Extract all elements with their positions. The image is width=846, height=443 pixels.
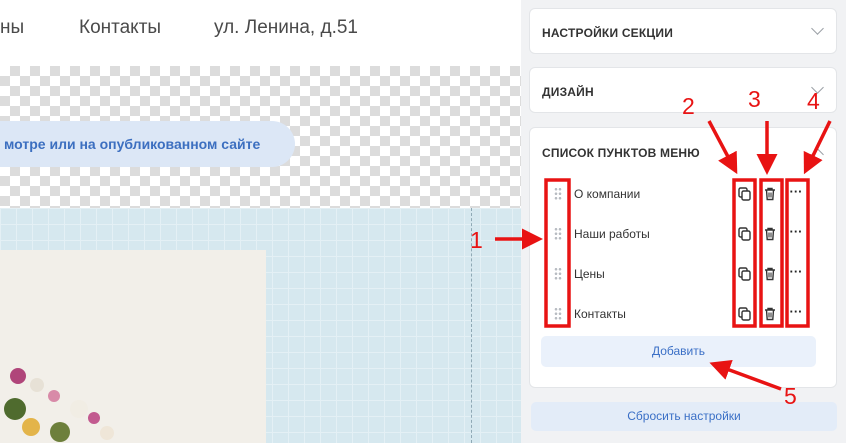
section-settings-panel[interactable]: НАСТРОЙКИ СЕКЦИИ — [529, 8, 837, 54]
trash-icon[interactable] — [760, 224, 780, 244]
duplicate-icon[interactable] — [734, 304, 754, 324]
flowers-photo[interactable] — [0, 250, 266, 443]
design-title: ДИЗАЙН — [542, 85, 594, 99]
menu-item-label[interactable]: О компании — [574, 187, 640, 201]
duplicate-icon[interactable] — [734, 264, 754, 284]
more-options-icon[interactable]: ··· — [786, 264, 806, 284]
settings-sidebar: НАСТРОЙКИ СЕКЦИИ ДИЗАЙН СПИСОК ПУНКТОВ М… — [521, 0, 846, 443]
preview-hint-banner: мотре или на опубликованном сайте — [0, 121, 295, 167]
menu-item-label[interactable]: Наши работы — [574, 227, 650, 241]
menu-item-label[interactable]: Цены — [574, 267, 605, 281]
list-item: Контакты ··· — [545, 303, 805, 325]
site-nav: ны Контакты ул. Ленина, д.51 — [0, 0, 521, 62]
drag-handle-icon[interactable] — [554, 267, 562, 281]
more-options-icon[interactable]: ··· — [786, 184, 806, 204]
chevron-up-icon[interactable] — [811, 148, 824, 161]
design-panel[interactable]: ДИЗАЙН — [529, 67, 837, 113]
reset-settings-button[interactable]: Сбросить настройки — [531, 402, 837, 431]
trash-icon[interactable] — [760, 304, 780, 324]
chevron-down-icon[interactable] — [811, 81, 824, 94]
drag-handle-icon[interactable] — [554, 187, 562, 201]
add-menu-item-button[interactable]: Добавить — [541, 336, 816, 367]
layout-guide-line — [471, 208, 472, 443]
section-settings-title: НАСТРОЙКИ СЕКЦИИ — [542, 26, 674, 40]
trash-icon[interactable] — [760, 184, 780, 204]
menu-item-label[interactable]: Контакты — [574, 307, 626, 321]
trash-icon[interactable] — [760, 264, 780, 284]
nav-link-partial[interactable]: ны — [0, 17, 24, 39]
editor-canvas: ны Контакты ул. Ленина, д.51 мотре или н… — [0, 0, 521, 443]
duplicate-icon[interactable] — [734, 184, 754, 204]
more-options-icon[interactable]: ··· — [786, 224, 806, 244]
list-item: Наши работы ··· — [545, 223, 805, 245]
more-options-icon[interactable]: ··· — [786, 304, 806, 324]
list-item: Цены ··· — [545, 263, 805, 285]
duplicate-icon[interactable] — [734, 224, 754, 244]
drag-handle-icon[interactable] — [554, 307, 562, 321]
menu-items-title: СПИСОК ПУНКТОВ МЕНЮ — [542, 146, 700, 160]
list-item: О компании ··· — [545, 183, 805, 205]
chevron-down-icon[interactable] — [811, 22, 824, 35]
nav-link-contacts[interactable]: Контакты — [79, 17, 161, 39]
drag-handle-icon[interactable] — [554, 227, 562, 241]
nav-address: ул. Ленина, д.51 — [214, 17, 358, 38]
